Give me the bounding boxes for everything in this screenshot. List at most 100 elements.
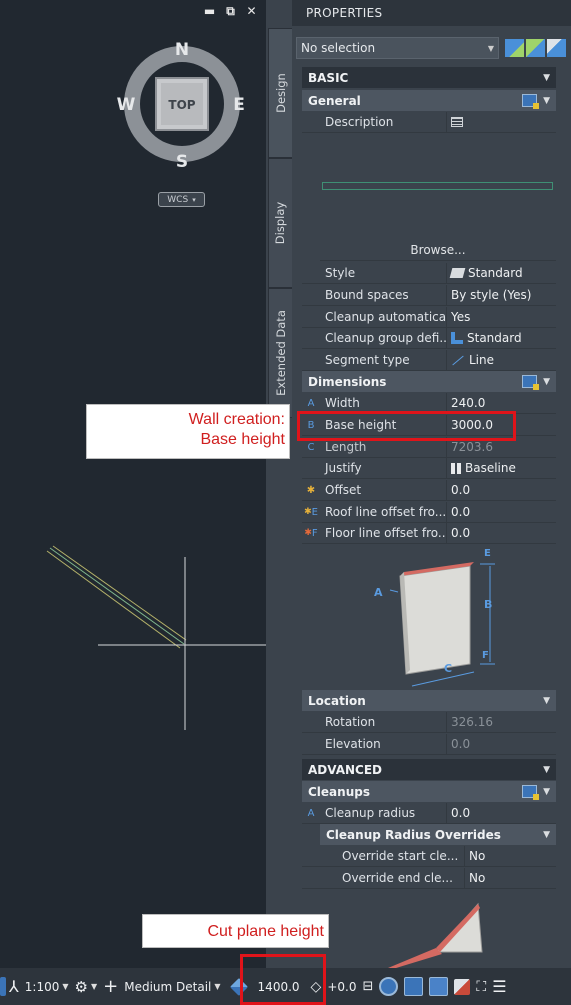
row-description[interactable]: Description <box>302 112 556 133</box>
row-value: No <box>464 868 556 888</box>
gear-icon: ⚙ <box>74 977 88 996</box>
viewcube-south[interactable]: S <box>176 152 188 172</box>
roof-offset-icon: ✱ <box>304 507 312 517</box>
annotation-scale-icon[interactable]: ⅄ <box>6 968 22 1005</box>
minimize-icon[interactable]: ▬ <box>202 4 217 19</box>
row-label: Roof line offset fro... <box>320 502 446 522</box>
image-icon[interactable] <box>451 968 473 1005</box>
marker-a: A <box>307 397 315 409</box>
chevron-down-icon: ▼ <box>487 43 494 53</box>
selection-dropdown[interactable]: No selection ▼ <box>296 37 499 59</box>
restore-icon[interactable]: ⧉ <box>223 4 238 19</box>
row-label: Segment type <box>320 350 446 370</box>
row-segment-type[interactable]: Segment type Line <box>302 350 556 371</box>
tab-design-label: Design <box>273 73 288 113</box>
chevron-down-icon: ▼ <box>90 982 98 991</box>
chevron-down-icon: ▼ <box>62 982 69 991</box>
wcs-dropdown[interactable]: WCS ▾ <box>158 192 205 207</box>
select-objects-icon[interactable] <box>547 39 566 57</box>
row-value: Standard <box>467 331 522 345</box>
hardware-accel-icon[interactable] <box>401 968 426 1005</box>
wcs-label: WCS <box>167 194 189 205</box>
subsection-cleanup-radius-overrides[interactable]: Cleanup Radius Overrides ▼ <box>320 824 556 845</box>
wall-drawing[interactable] <box>0 520 266 750</box>
scale-dropdown[interactable]: 1:100 ▼ <box>22 968 72 1005</box>
row-cleanup-group[interactable]: Cleanup group defi... Standard <box>302 328 556 349</box>
tab-extended-data[interactable]: Extended Data <box>268 288 292 418</box>
row-value: Yes <box>446 307 556 327</box>
viewcube-top-face[interactable]: TOP <box>168 98 195 112</box>
list-icon[interactable] <box>451 117 463 127</box>
row-offset[interactable]: ✱ Offset 0.0 <box>302 480 556 501</box>
chevron-down-icon: ▼ <box>543 376 550 387</box>
layout-icon[interactable]: ⊟ <box>359 968 376 1005</box>
subsection-dimensions[interactable]: Dimensions ▼ <box>302 371 556 392</box>
crosshair-icon[interactable]: + <box>100 968 121 1005</box>
detail-value: Medium Detail <box>124 979 212 994</box>
tab-extended-data-label: Extended Data <box>273 310 288 396</box>
tab-design[interactable]: Design <box>268 28 292 158</box>
line-segment-icon <box>452 355 464 365</box>
offset-icon: ✱ <box>306 484 316 496</box>
tab-display[interactable]: Display <box>268 158 292 288</box>
row-bound-spaces[interactable]: Bound spaces By style (Yes) <box>302 285 556 306</box>
viewport-window-controls: ▬ ⧉ ✕ <box>202 4 259 19</box>
highlight-base-height <box>297 411 516 441</box>
row-label: Width <box>320 393 446 413</box>
viewcube[interactable]: N S E W TOP <box>109 35 255 181</box>
viewcube-east[interactable]: E <box>233 95 245 115</box>
marker-a: A <box>307 807 315 819</box>
drawing-viewport[interactable]: ▬ ⧉ ✕ N S E W TOP WCS ▾ <box>0 0 266 968</box>
row-justify[interactable]: Justify Baseline <box>302 458 556 479</box>
subsection-location-label: Location <box>308 693 366 708</box>
viewcube-west[interactable]: W <box>117 95 136 115</box>
browse-button[interactable]: Browse... <box>320 243 556 257</box>
diagram-label-b: B <box>484 598 492 611</box>
quick-properties-icon[interactable] <box>522 785 540 800</box>
viewcube-north[interactable]: N <box>175 40 189 60</box>
subsection-location[interactable]: Location ▼ <box>302 690 556 711</box>
quick-select-icon[interactable] <box>526 39 545 57</box>
chevron-down-icon: ▾ <box>192 195 196 204</box>
row-floor-line-offset[interactable]: ✱ F Floor line offset fro... 0.0 <box>302 523 556 544</box>
subsection-dimensions-label: Dimensions <box>308 374 387 389</box>
section-advanced[interactable]: ADVANCED ▼ <box>302 759 556 780</box>
subsection-cleanups[interactable]: Cleanups ▼ <box>302 781 556 802</box>
fullscreen-icon[interactable]: ⛶ <box>473 968 489 1005</box>
close-icon[interactable]: ✕ <box>244 4 259 19</box>
row-rotation[interactable]: Rotation 326.16 <box>302 712 556 733</box>
marker-e: E <box>311 506 318 518</box>
row-cleanup-automatically[interactable]: Cleanup automatica... Yes <box>302 307 556 328</box>
isolate-icon[interactable] <box>376 968 401 1005</box>
row-roof-line-offset[interactable]: ✱ E Roof line offset fro... 0.0 <box>302 502 556 523</box>
description-area[interactable]: Browse... <box>320 133 556 261</box>
elevation-value[interactable]: +0.0 <box>324 968 359 1005</box>
subsection-cleanups-label: Cleanups <box>308 784 370 799</box>
row-value: 0.0 <box>446 803 556 823</box>
panel-title: PROPERTIES <box>292 0 571 26</box>
wall-dimensions-diagram: A B C E F <box>374 548 495 687</box>
row-elevation[interactable]: Elevation 0.0 <box>302 734 556 755</box>
performance-icon[interactable] <box>426 968 451 1005</box>
hamburger-icon[interactable]: ☰ <box>489 968 509 1005</box>
section-basic[interactable]: BASIC ▼ <box>302 67 556 88</box>
detail-level-dropdown[interactable]: Medium Detail ▼ <box>121 968 223 1005</box>
subsection-general[interactable]: General ▼ <box>302 90 556 111</box>
row-override-end[interactable]: Override end cle... No <box>302 868 556 889</box>
row-override-start[interactable]: Override start cle... No <box>302 846 556 867</box>
description-input[interactable] <box>322 182 553 190</box>
add-selected-icon[interactable] <box>505 39 524 57</box>
properties-side-tabs: Design Display Extended Data <box>266 0 292 968</box>
settings-dropdown[interactable]: ⚙ ▼ <box>72 968 101 1005</box>
row-label: Floor line offset fro... <box>320 523 446 543</box>
style-icon <box>449 268 466 278</box>
quick-properties-icon[interactable] <box>522 375 540 390</box>
panel-scrollbar[interactable] <box>556 66 569 966</box>
row-style[interactable]: Style Standard <box>302 263 556 284</box>
chevron-down-icon: ▼ <box>543 786 550 797</box>
chevron-down-icon: ▼ <box>214 982 221 991</box>
quick-properties-icon[interactable] <box>522 94 540 109</box>
row-cleanup-radius[interactable]: A Cleanup radius 0.0 <box>302 803 556 824</box>
section-basic-label: BASIC <box>308 70 349 85</box>
selection-row: No selection ▼ <box>296 36 571 60</box>
